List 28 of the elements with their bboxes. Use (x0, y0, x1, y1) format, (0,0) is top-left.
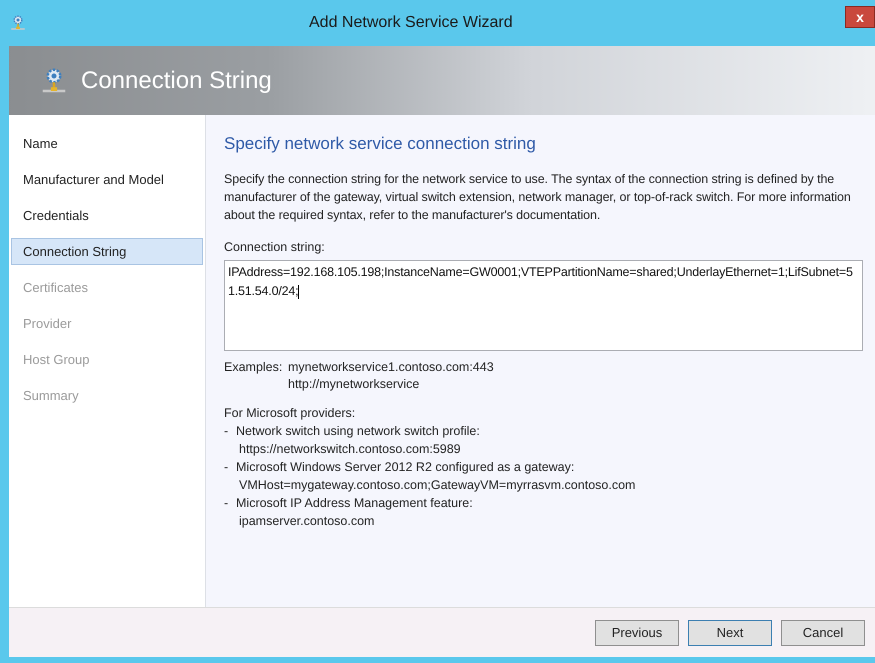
wizard-button[interactable]: Cancel (781, 620, 865, 646)
example-text: http://mynetworkservice (288, 376, 420, 394)
provider-example: ipamserver.contoso.com (238, 513, 376, 530)
window-title: Add Network Service Wizard (309, 13, 513, 33)
examples-label: Examples: (224, 359, 284, 376)
connection-string-field[interactable]: IPAddress=192.168.105.198;InstanceName=GW0001;VTEPPartitionName=shared;UnderlayEthernet=1;LifSubnet=51.51.54.0/24; (224, 260, 863, 352)
provider-example: VMHost=mygateway.contoso.com;GatewayVM=myrrasvm.contoso.com (238, 477, 636, 494)
provider-label: Microsoft Windows Server 2012 R2 configured as a gateway: (236, 459, 574, 476)
wizard-step[interactable]: Manufacturer and Model (11, 166, 203, 193)
wizard-button[interactable]: Next (688, 620, 772, 646)
provider-label: Network switch using network switch profile: (236, 423, 480, 440)
bullet-dash: - (224, 459, 230, 476)
page-heading: Connection String (81, 66, 272, 96)
network-gear-icon (9, 14, 27, 32)
providers-title: For Microsoft providers: (224, 405, 356, 422)
wizard-step[interactable]: Connection String (11, 238, 203, 265)
example-text: mynetworkservice1.contoso.com:443 (288, 359, 494, 376)
provider-example: https://networkswitch.contoso.com:5989 (238, 441, 462, 458)
bullet-dash: - (224, 495, 230, 512)
wizard-step[interactable]: Credentials (11, 202, 203, 229)
section-heading: Specify network service connection string (224, 133, 537, 155)
provider-label: Microsoft IP Address Management feature: (236, 495, 473, 512)
close-button[interactable]: x (845, 6, 875, 28)
description-text: Specify the connection string for the network service to use. The syntax of the connection string is defined by the manufacturer of the gateway, virtual switch extension, network manager, or top-of-rack switch. For more information about the required syntax, refer to the manufacturer's documentation. (224, 170, 852, 224)
field-label: Connection string: (224, 238, 326, 256)
wizard-button[interactable]: Previous (595, 620, 679, 646)
wizard-step[interactable]: Name (11, 130, 203, 157)
bullet-dash: - (224, 423, 230, 440)
